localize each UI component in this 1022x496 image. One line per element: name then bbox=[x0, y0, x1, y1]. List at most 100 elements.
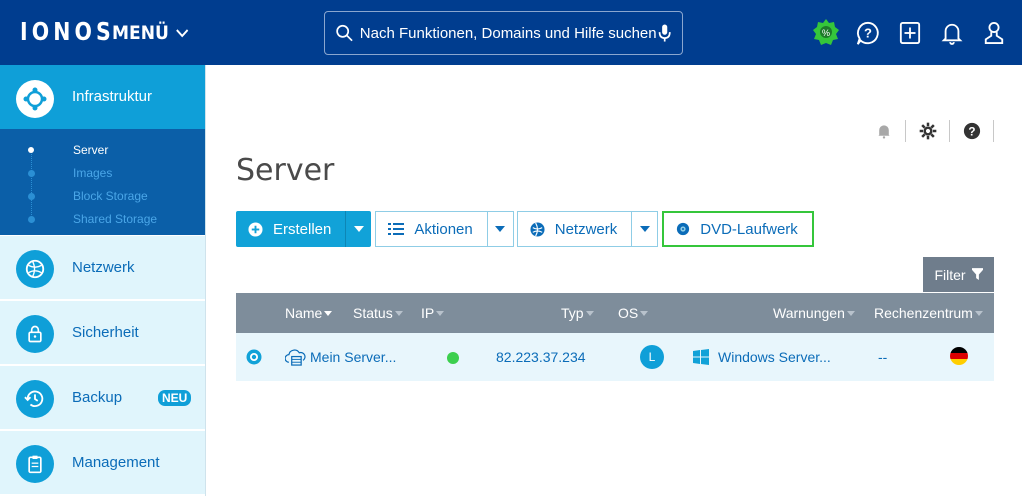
column-header-label: Status bbox=[353, 305, 393, 321]
list-icon bbox=[388, 223, 405, 235]
os-name: Windows Server... bbox=[718, 349, 831, 365]
lock-icon bbox=[16, 315, 54, 353]
page-title: Server bbox=[236, 153, 335, 188]
clipboard-icon bbox=[16, 445, 54, 483]
sidebar-subitem-images[interactable]: Images bbox=[0, 162, 205, 184]
ip-address: 82.223.37.234 bbox=[496, 349, 586, 365]
status-indicator bbox=[447, 352, 459, 364]
network-globe-icon bbox=[530, 221, 545, 237]
submenu-dot bbox=[28, 215, 35, 223]
sidebar-item-label: Sicherheit bbox=[72, 324, 139, 341]
sidebar-subitem-label: Block Storage bbox=[73, 189, 148, 203]
column-header-datacenter[interactable]: Rechenzentrum bbox=[874, 305, 983, 321]
help-chat-icon[interactable]: ? bbox=[854, 17, 882, 49]
caret-down-icon bbox=[495, 226, 506, 232]
actions-button[interactable]: Aktionen bbox=[375, 211, 488, 247]
sidebar-item-netzwerk[interactable]: Netzwerk bbox=[0, 235, 205, 299]
svg-text:?: ? bbox=[968, 126, 975, 139]
column-header-label: Name bbox=[285, 305, 323, 321]
sidebar-item-backup[interactable]: Backup NEU bbox=[0, 365, 205, 429]
row-select-radio[interactable] bbox=[246, 349, 262, 370]
plus-circle-icon bbox=[248, 221, 263, 237]
search-placeholder: Nach Funktionen, Domains und Hilfe suche… bbox=[359, 24, 657, 42]
add-icon[interactable] bbox=[896, 17, 924, 49]
sidebar-subitem-shared-storage[interactable]: Shared Storage bbox=[0, 208, 205, 230]
column-header-status[interactable]: Status bbox=[353, 305, 403, 321]
caret-down-icon bbox=[353, 226, 364, 232]
sidebar-subitem-block-storage[interactable]: Block Storage bbox=[0, 185, 205, 207]
funnel-icon bbox=[971, 268, 983, 280]
svg-text:%: % bbox=[822, 28, 830, 38]
sidebar-item-sicherheit[interactable]: Sicherheit bbox=[0, 300, 205, 364]
infrastructure-icon bbox=[16, 80, 54, 118]
menu-button[interactable]: MENÜ bbox=[112, 22, 190, 44]
germany-flag-icon bbox=[950, 347, 968, 365]
windows-icon bbox=[693, 349, 709, 370]
page-notification-bell-icon[interactable] bbox=[862, 120, 906, 142]
create-label: Erstellen bbox=[273, 220, 332, 238]
main-content: ? Server Erstellen Aktionen Netzwerk DVD… bbox=[206, 65, 1022, 496]
sidebar-subitem-server[interactable]: Server bbox=[0, 139, 205, 161]
settings-gear-icon[interactable] bbox=[906, 120, 950, 142]
menu-label: MENÜ bbox=[112, 22, 169, 44]
backup-clock-icon bbox=[16, 380, 54, 418]
warnings-value: -- bbox=[878, 349, 888, 365]
sidebar-item-management[interactable]: Management bbox=[0, 430, 205, 494]
sort-caret-icon bbox=[974, 310, 983, 316]
microphone-icon[interactable] bbox=[657, 22, 672, 44]
search-icon bbox=[336, 24, 353, 42]
column-header-type[interactable]: Typ bbox=[561, 305, 594, 321]
table-header: Name Status IP Typ OS Warnungen Rechenze… bbox=[236, 293, 994, 333]
offer-badge-icon[interactable]: % bbox=[812, 17, 840, 49]
notification-bell-icon[interactable] bbox=[938, 17, 966, 49]
actions-dropdown-button[interactable] bbox=[487, 211, 514, 247]
column-header-label: IP bbox=[421, 305, 435, 321]
column-header-label: Warnungen bbox=[773, 305, 845, 321]
help-icon[interactable]: ? bbox=[950, 120, 994, 142]
network-dropdown-button[interactable] bbox=[632, 211, 659, 247]
column-header-os[interactable]: OS bbox=[618, 305, 649, 321]
sort-caret-icon bbox=[436, 310, 445, 316]
column-header-label: OS bbox=[618, 305, 639, 321]
sidebar-subitem-label: Shared Storage bbox=[73, 212, 158, 226]
sort-caret-icon bbox=[846, 310, 855, 316]
sort-caret-icon bbox=[324, 310, 333, 316]
column-header-ip[interactable]: IP bbox=[421, 305, 445, 321]
submenu-dot bbox=[28, 169, 35, 177]
caret-down-icon bbox=[639, 226, 650, 232]
os-badge-letter: L bbox=[648, 350, 656, 364]
sort-caret-icon bbox=[394, 310, 403, 316]
new-badge: NEU bbox=[158, 390, 192, 406]
table-row[interactable]: Mein Server... 82.223.37.234 L Windows S… bbox=[236, 333, 994, 381]
disc-icon bbox=[677, 222, 690, 236]
toolbar: Erstellen Aktionen Netzwerk DVD-Laufwerk bbox=[236, 211, 814, 247]
column-header-label: Rechenzentrum bbox=[874, 305, 973, 321]
search-field[interactable]: Nach Funktionen, Domains und Hilfe suche… bbox=[324, 11, 683, 55]
submenu-dot bbox=[28, 192, 35, 200]
server-name[interactable]: Mein Server... bbox=[310, 349, 396, 365]
sidebar-item-label: Backup bbox=[72, 389, 123, 406]
user-account-icon[interactable] bbox=[980, 17, 1008, 49]
sidebar-subitem-label: Server bbox=[73, 143, 109, 157]
network-label: Netzwerk bbox=[554, 220, 618, 238]
ionos-logo[interactable]: IONOS bbox=[20, 17, 115, 46]
sidebar-item-infrastruktur[interactable]: Infrastruktur bbox=[0, 65, 205, 129]
dvd-drive-label: DVD-Laufwerk bbox=[700, 220, 798, 238]
column-header-warnings[interactable]: Warnungen bbox=[773, 305, 855, 321]
chevron-down-icon bbox=[176, 29, 189, 38]
dvd-drive-button[interactable]: DVD-Laufwerk bbox=[662, 211, 814, 247]
filter-label: Filter bbox=[934, 266, 966, 283]
filter-button[interactable]: Filter bbox=[923, 257, 994, 292]
sidebar-item-label: Management bbox=[72, 454, 160, 471]
server-icon bbox=[284, 349, 306, 371]
sidebar-subitem-label: Images bbox=[73, 166, 113, 180]
network-globe-icon bbox=[16, 250, 54, 288]
sidebar-item-label: Infrastruktur bbox=[72, 88, 153, 105]
svg-text:?: ? bbox=[864, 26, 872, 41]
create-button[interactable]: Erstellen bbox=[236, 211, 346, 247]
column-header-name[interactable]: Name bbox=[285, 305, 333, 321]
create-dropdown-button[interactable] bbox=[345, 211, 372, 247]
top-navigation-bar: IONOS MENÜ Nach Funktionen, Domains und … bbox=[0, 0, 1022, 65]
network-button[interactable]: Netzwerk bbox=[516, 211, 633, 247]
sort-caret-icon bbox=[640, 310, 649, 316]
